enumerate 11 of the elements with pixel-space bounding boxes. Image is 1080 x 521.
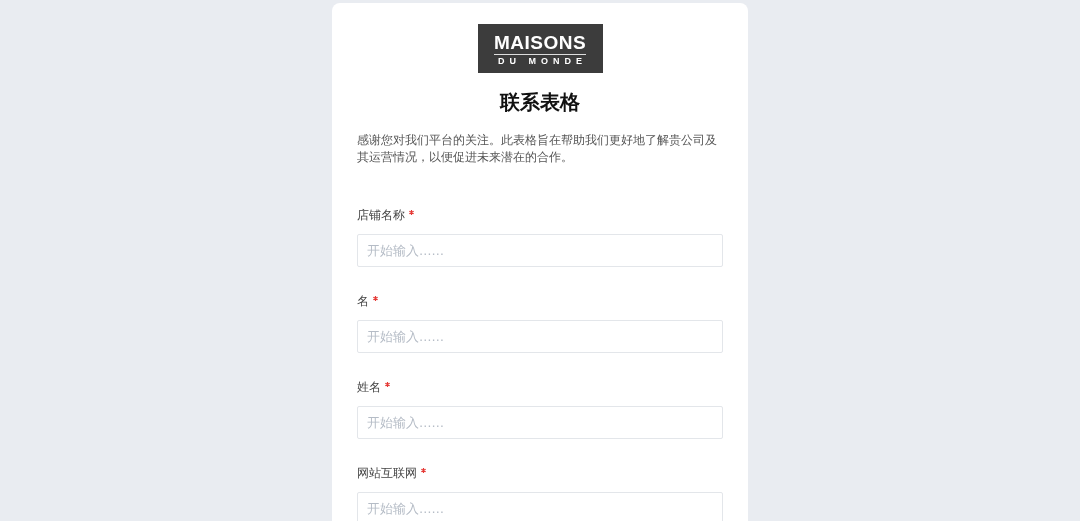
- input-field[interactable]: 开始输入……: [357, 406, 723, 439]
- field-label: 姓名: [357, 379, 381, 395]
- field-label: 网站互联网: [357, 465, 417, 481]
- logo: MAISONS DU MONDE: [477, 24, 603, 73]
- input-field[interactable]: 开始输入……: [357, 234, 723, 267]
- input-field[interactable]: 开始输入……: [357, 492, 723, 521]
- input-field[interactable]: 开始输入……: [357, 320, 723, 353]
- form-title: 联系表格: [498, 90, 581, 114]
- field-label: 名: [357, 293, 369, 309]
- description: 感谢您对我们平台的关注。此表格旨在帮助我们更好地了解贵公司及其运营情况，以便促进未来潜在的合作。: [357, 132, 718, 166]
- field-label: 店铺名称: [357, 207, 405, 223]
